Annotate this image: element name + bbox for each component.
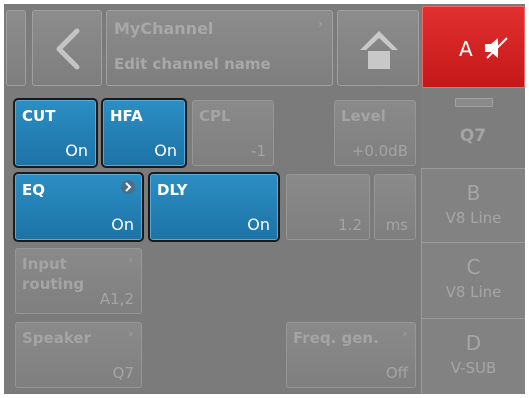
- freq-gen-label: Freq. gen.: [293, 329, 379, 347]
- amp-control-screen: MyChannel › Edit channel name A Q7 B V8 …: [4, 4, 525, 394]
- level-label: Level: [341, 107, 386, 125]
- chevron-right-icon: ›: [128, 253, 133, 266]
- cpl-label: CPL: [199, 107, 231, 125]
- level-value: +0.0dB: [351, 142, 408, 160]
- channel-b-tab[interactable]: B V8 Line: [421, 168, 525, 242]
- dly-button[interactable]: DLY On: [148, 172, 280, 242]
- input-routing-label-line1: Input: [22, 255, 67, 273]
- cpl-value: -1: [251, 142, 266, 160]
- chevron-right-icon: ›: [402, 327, 407, 340]
- speaker-value: Q7: [112, 364, 134, 382]
- chevron-right-icon: ›: [318, 17, 323, 31]
- chevron-right-circle-icon: [121, 180, 135, 194]
- left-edge-button[interactable]: [6, 10, 26, 86]
- channel-name-button[interactable]: MyChannel › Edit channel name: [106, 10, 333, 86]
- freq-gen-button[interactable]: Freq. gen. › Off: [286, 322, 416, 388]
- home-button[interactable]: [337, 10, 419, 86]
- speaker-button[interactable]: Speaker › Q7: [15, 322, 142, 388]
- speaker-mute-icon: [485, 37, 508, 59]
- eq-value: On: [111, 215, 134, 234]
- cpl-button[interactable]: CPL -1: [192, 100, 274, 166]
- delay-value-field[interactable]: 1.2: [286, 174, 370, 240]
- channel-c-tab[interactable]: C V8 Line: [421, 242, 525, 318]
- back-button[interactable]: [32, 10, 102, 86]
- channel-b-letter: B: [466, 181, 481, 205]
- eq-label: EQ: [22, 181, 45, 199]
- channel-name-subtitle: Edit channel name: [114, 55, 271, 73]
- eq-button[interactable]: EQ On: [13, 172, 144, 242]
- dly-label: DLY: [157, 181, 188, 199]
- channel-b-speaker-name: V8 Line: [445, 209, 502, 227]
- input-routing-label-line2: routing: [22, 275, 85, 293]
- channel-d-tab[interactable]: D V-SUB: [421, 318, 525, 394]
- speaker-label: Speaker: [22, 329, 91, 347]
- level-button[interactable]: Level +0.0dB: [334, 100, 416, 166]
- cut-button[interactable]: CUT On: [13, 98, 98, 168]
- channel-c-letter: C: [466, 255, 481, 279]
- hfa-label: HFA: [110, 107, 143, 125]
- input-routing-value: A1,2: [99, 290, 134, 308]
- delay-unit-button[interactable]: ms: [374, 174, 416, 240]
- chevron-right-icon: ›: [128, 327, 133, 340]
- channel-name-title: MyChannel: [114, 19, 214, 38]
- cut-label: CUT: [22, 107, 56, 125]
- channel-a-indicator: [455, 98, 493, 107]
- delay-unit: ms: [385, 216, 408, 234]
- channel-a-tab[interactable]: A: [422, 6, 525, 88]
- chevron-left-icon: [56, 28, 80, 70]
- dly-value: On: [247, 215, 270, 234]
- cut-value: On: [65, 141, 88, 160]
- delay-value: 1.2: [338, 216, 362, 234]
- channel-a-speaker-name: Q7: [459, 126, 487, 146]
- channel-a-letter: A: [459, 37, 473, 61]
- hfa-value: On: [154, 141, 177, 160]
- channel-d-letter: D: [465, 331, 482, 355]
- input-routing-button[interactable]: Input routing › A1,2: [15, 248, 142, 314]
- home-icon: [360, 31, 398, 69]
- hfa-button[interactable]: HFA On: [101, 98, 187, 168]
- channel-a-panel[interactable]: Q7: [421, 88, 525, 168]
- freq-gen-value: Off: [385, 364, 408, 382]
- channel-d-speaker-name: V-SUB: [450, 359, 497, 377]
- channel-c-speaker-name: V8 Line: [445, 283, 502, 301]
